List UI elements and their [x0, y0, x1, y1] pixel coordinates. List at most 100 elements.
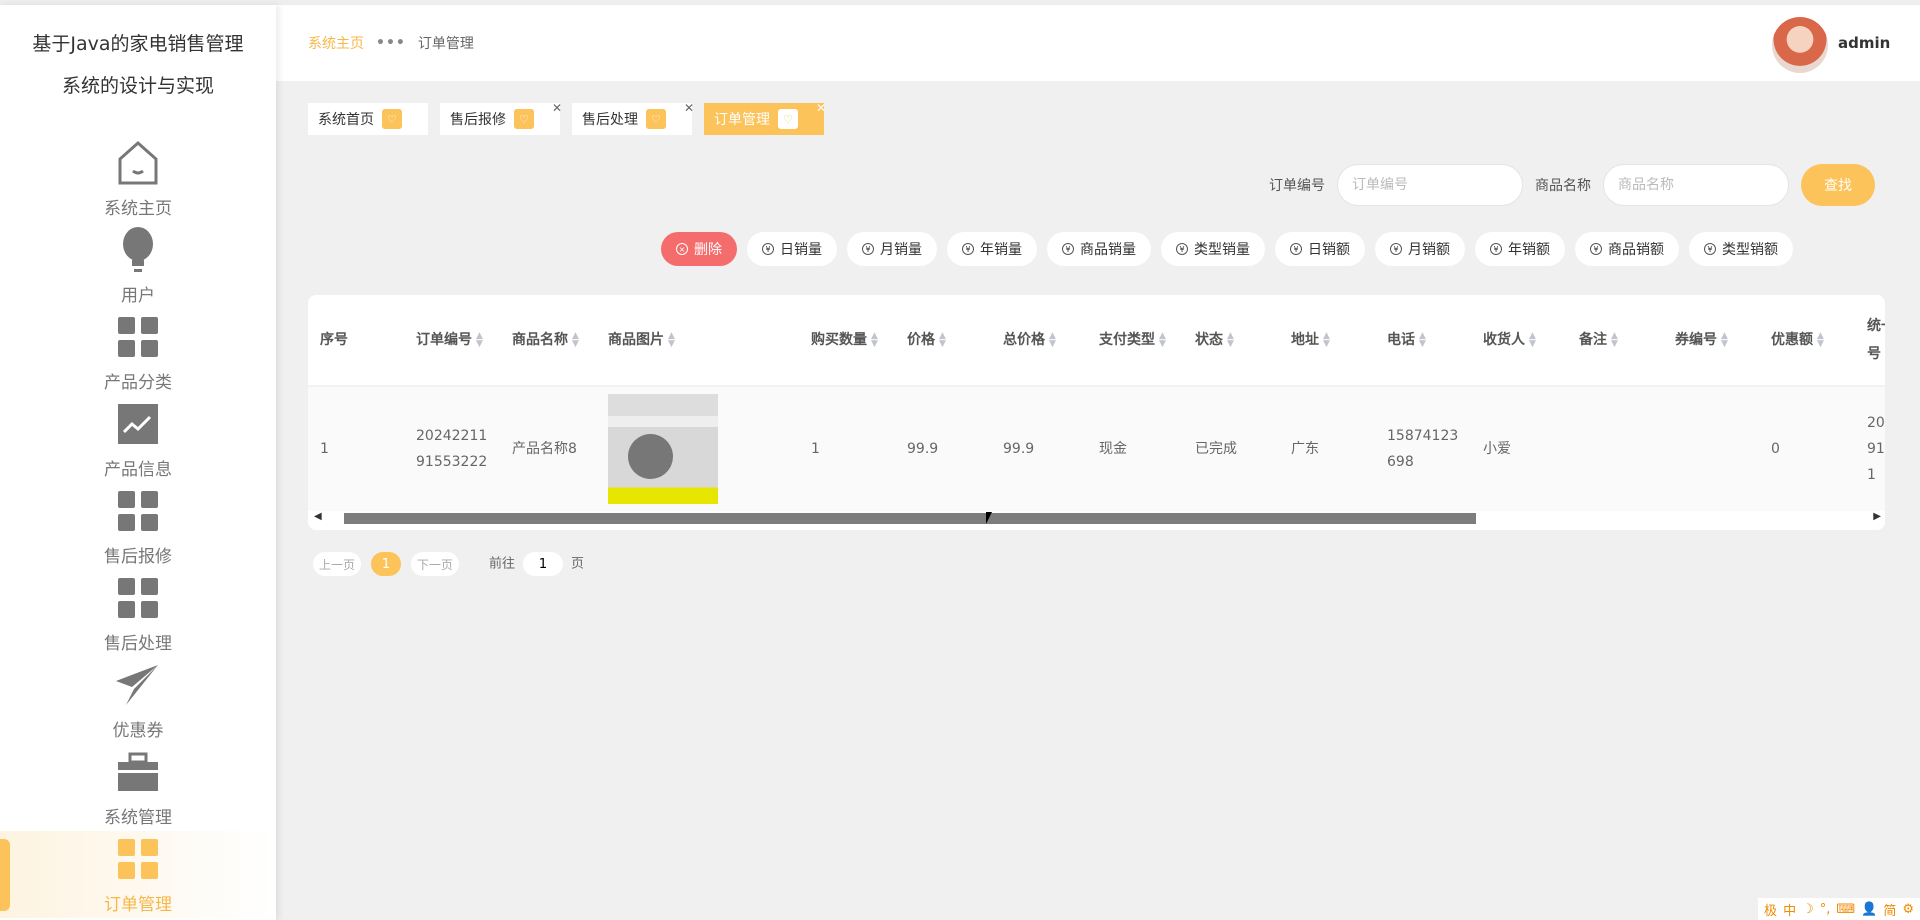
horizontal-scrollbar[interactable]: ◀ ▶: [308, 511, 1885, 527]
stat-icon: ¥: [762, 243, 774, 255]
username[interactable]: admin: [1838, 34, 1890, 52]
column-header[interactable]: 电话 ▲ ▼: [1375, 295, 1471, 387]
table-cell: 1: [799, 386, 895, 511]
stat-icon: ¥: [862, 243, 874, 255]
avatar[interactable]: [1772, 17, 1828, 73]
column-header[interactable]: 备注 ▲ ▼: [1567, 295, 1663, 387]
ime-icon[interactable]: ☽: [1802, 902, 1814, 917]
sort-icon[interactable]: ▲ ▼: [1817, 332, 1824, 349]
goto-page-input[interactable]: [523, 552, 564, 576]
ime-icon[interactable]: 极: [1764, 900, 1777, 919]
sort-icon[interactable]: ▲ ▼: [668, 332, 675, 349]
stat-button[interactable]: ¥ 类型销额: [1689, 232, 1793, 266]
ime-icon[interactable]: ⌨: [1836, 902, 1855, 917]
heart-icon: ♡: [778, 109, 798, 129]
sidebar-item[interactable]: 产品信息: [0, 396, 276, 483]
sort-icon[interactable]: ▲ ▼: [1227, 332, 1234, 349]
sort-icon[interactable]: ▲ ▼: [572, 332, 579, 349]
close-icon[interactable]: ✕: [684, 101, 694, 115]
sidebar-item[interactable]: 系统管理: [0, 744, 276, 831]
column-header[interactable]: 支付类型 ▲ ▼: [1087, 295, 1183, 387]
page-1-button[interactable]: 1: [371, 552, 402, 576]
sort-icon[interactable]: ▲ ▼: [871, 332, 878, 349]
close-icon[interactable]: ✕: [816, 101, 826, 115]
product-image[interactable]: [608, 394, 718, 504]
order-number-input[interactable]: [1337, 164, 1523, 206]
next-page-button[interactable]: 下一页: [411, 552, 460, 576]
column-header[interactable]: 序号: [308, 295, 404, 387]
stat-icon: ¥: [1490, 243, 1502, 255]
stat-button[interactable]: ¥ 月销量: [847, 232, 937, 266]
tab[interactable]: 售后报修 ♡ ✕: [440, 101, 562, 135]
sort-icon[interactable]: ▲ ▼: [1323, 332, 1330, 349]
sidebar-item[interactable]: 优惠券: [0, 657, 276, 744]
grid-icon: [112, 835, 164, 890]
tab-label: 售后报修: [450, 112, 506, 128]
table-row[interactable]: 1 2024221191553222 产品名称8 1 99.9 99.9 现金 已完成 广东 15…: [308, 386, 1885, 511]
chart-icon: [112, 400, 164, 455]
column-header[interactable]: 商品图片 ▲ ▼: [596, 295, 799, 387]
title-line: 系统的设计与实现: [61, 75, 214, 97]
scroll-left-icon[interactable]: ◀: [314, 511, 322, 522]
goto-page: 前往 页: [489, 552, 584, 576]
sidebar-item[interactable]: 系统主页: [0, 135, 276, 222]
stat-button[interactable]: ¥ 日销额: [1275, 232, 1365, 266]
ime-icon[interactable]: 中: [1783, 900, 1796, 919]
table-cell: [596, 386, 799, 511]
delete-button[interactable]: × 删除: [661, 232, 737, 266]
ime-icon[interactable]: 简: [1883, 900, 1896, 919]
column-header[interactable]: 商品名称 ▲ ▼: [500, 295, 596, 387]
sidebar-item[interactable]: 售后处理: [0, 570, 276, 657]
breadcrumb: 系统主页 ••• 订单管理: [308, 33, 474, 53]
stat-button[interactable]: ¥ 商品销额: [1575, 232, 1679, 266]
sort-icon[interactable]: ▲ ▼: [476, 332, 483, 349]
breadcrumb-home[interactable]: 系统主页: [308, 33, 364, 53]
product-name-input[interactable]: [1603, 164, 1789, 206]
column-header[interactable]: 价格 ▲ ▼: [895, 295, 991, 387]
column-header[interactable]: 券编号 ▲ ▼: [1663, 295, 1759, 387]
ime-icon[interactable]: 👤: [1861, 902, 1877, 917]
sort-icon[interactable]: ▲ ▼: [1529, 332, 1536, 349]
prev-page-button[interactable]: 上一页: [313, 552, 362, 576]
stat-button[interactable]: ¥ 月销额: [1375, 232, 1465, 266]
sort-icon[interactable]: ▲ ▼: [939, 332, 946, 349]
heart-icon: ♡: [514, 109, 534, 129]
close-icon[interactable]: ✕: [552, 101, 562, 115]
tab[interactable]: 系统首页 ♡: [308, 103, 428, 135]
stat-button[interactable]: ¥ 年销额: [1475, 232, 1565, 266]
scroll-right-icon[interactable]: ▶: [1873, 511, 1881, 522]
stat-button[interactable]: ¥ 年销量: [947, 232, 1037, 266]
column-header[interactable]: 总价格 ▲ ▼: [991, 295, 1087, 387]
table-cell: 2024221191552691 1: [1855, 386, 1885, 511]
stat-icon: ¥: [1290, 243, 1302, 255]
sidebar-item[interactable]: 用户: [0, 222, 276, 309]
column-header[interactable]: 优惠额 ▲ ▼: [1759, 295, 1855, 387]
column-header[interactable]: 收货人 ▲ ▼: [1471, 295, 1567, 387]
sort-icon[interactable]: ▲ ▼: [1049, 332, 1056, 349]
find-button[interactable]: 查找: [1801, 164, 1875, 206]
heart-icon: ♡: [382, 109, 402, 129]
column-label: 状态: [1195, 332, 1223, 348]
column-header[interactable]: 状态 ▲ ▼: [1183, 295, 1279, 387]
tab[interactable]: 订单管理 ♡ ✕: [704, 101, 826, 135]
column-header[interactable]: 统一订单编号▲▼: [1855, 295, 1885, 387]
tab[interactable]: 售后处理 ♡ ✕: [572, 101, 694, 135]
column-header[interactable]: 地址 ▲ ▼: [1279, 295, 1375, 387]
sidebar-item[interactable]: 订单管理: [0, 831, 276, 918]
stat-button[interactable]: ¥ 类型销量: [1161, 232, 1265, 266]
column-header[interactable]: 订单编号 ▲ ▼: [404, 295, 500, 387]
stat-button[interactable]: ¥ 商品销量: [1047, 232, 1151, 266]
sort-icon[interactable]: ▲ ▼: [1419, 332, 1426, 349]
sort-icon[interactable]: ▲ ▼: [1611, 332, 1618, 349]
sort-icon[interactable]: ▲ ▼: [1721, 332, 1728, 349]
ime-icon[interactable]: °,: [1820, 902, 1831, 917]
heart-icon: ♡: [646, 109, 666, 129]
table-cell: 小爱: [1471, 386, 1567, 511]
column-header[interactable]: 购买数量 ▲ ▼: [799, 295, 895, 387]
sidebar-item[interactable]: 产品分类: [0, 309, 276, 396]
ime-icon[interactable]: ⚙: [1902, 902, 1914, 917]
sidebar-item[interactable]: 售后报修: [0, 483, 276, 570]
sort-icon[interactable]: ▲ ▼: [1159, 332, 1166, 349]
scrollbar-thumb[interactable]: [344, 513, 1476, 524]
stat-button[interactable]: ¥ 日销量: [747, 232, 837, 266]
